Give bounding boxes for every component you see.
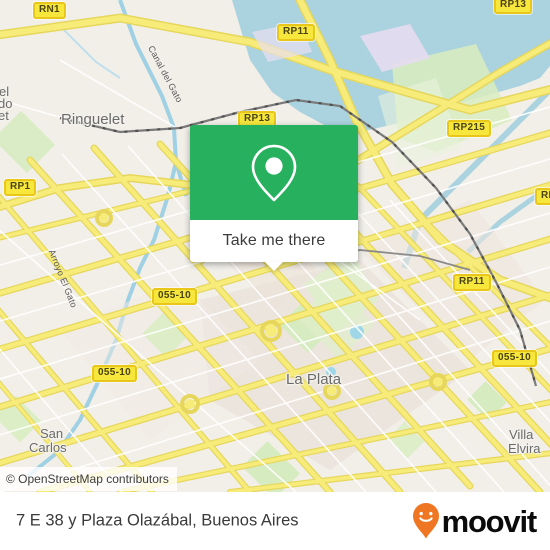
road-shield[interactable]: RP11 <box>277 24 315 41</box>
place-label-carlos: Carlos <box>29 440 67 455</box>
road-shield[interactable]: 055-10 <box>152 288 197 305</box>
road-shield[interactable]: RP215 <box>447 120 492 137</box>
place-label-san: San <box>40 426 64 441</box>
location-popup-card[interactable]: Take me there <box>190 125 358 271</box>
location-title: 7 E 38 y Plaza Olazábal, Buenos Aires <box>16 511 299 530</box>
place-label-ringuelet: Ringuelet <box>61 111 125 128</box>
popup-pointer-tail <box>265 262 283 271</box>
place-label-la-plata: La Plata <box>286 371 342 388</box>
road-shield[interactable]: RP11 <box>453 274 491 291</box>
road-shield[interactable]: RP <box>535 188 550 205</box>
popup-icon-area <box>190 125 358 220</box>
moovit-pin-icon <box>412 503 439 539</box>
take-me-there-button[interactable]: Take me there <box>190 220 358 262</box>
place-label-villa: Villa <box>509 427 534 442</box>
road-shield[interactable]: RN1 <box>33 2 66 19</box>
osm-attribution[interactable]: © OpenStreetMap contributors <box>0 467 177 491</box>
road-shield[interactable]: 055-10 <box>492 350 537 367</box>
map-pin-icon <box>251 144 297 201</box>
footer-bar: 7 E 38 y Plaza Olazábal, Buenos Aires mo… <box>0 492 550 550</box>
moovit-logo[interactable]: moovit <box>411 502 538 540</box>
moovit-map-screenshot: RN1 RP11 RP13 RP13 RP215 RP1 RP RP11 055… <box>0 0 550 550</box>
road-shield[interactable]: 055-10 <box>92 365 137 382</box>
moovit-wordmark: moovit <box>441 503 538 539</box>
place-label-elvira: Elvira <box>508 441 541 456</box>
map-canvas[interactable]: RN1 RP11 RP13 RP13 RP215 RP1 RP RP11 055… <box>0 0 550 492</box>
road-shield[interactable]: RP1 <box>4 179 37 196</box>
road-shield[interactable]: RP13 <box>494 0 533 14</box>
take-me-there-label: Take me there <box>222 232 326 249</box>
place-label-clipped-3: et <box>0 108 9 123</box>
